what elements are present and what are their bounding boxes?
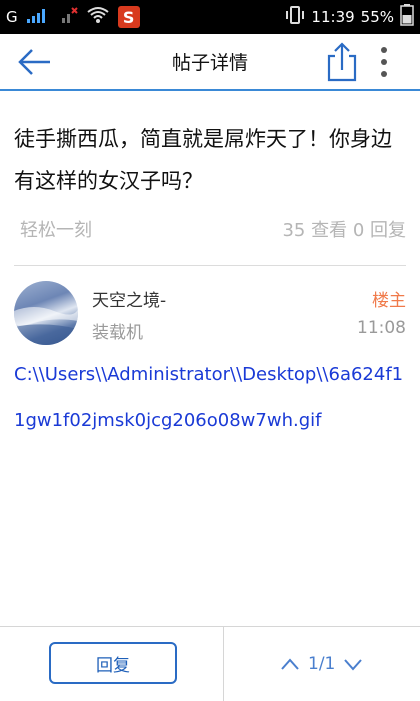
battery-icon xyxy=(400,4,414,30)
content-link[interactable]: C:\\Users\\Administrator\\Desktop\\6a624… xyxy=(14,352,406,444)
user-title: 装载机 xyxy=(92,323,143,343)
status-bar: G S 11:39 55% xyxy=(0,0,420,34)
username[interactable]: 天空之境- xyxy=(92,286,166,311)
avatar[interactable] xyxy=(14,281,78,345)
post-stats: 35 查看 0 回复 xyxy=(282,220,406,241)
clock-time: 11:39 xyxy=(311,8,355,26)
bottom-bar: 回复 1/1 xyxy=(0,626,420,701)
back-button[interactable] xyxy=(14,46,54,78)
battery-level: 55% xyxy=(360,8,394,26)
post-time: 11:08 xyxy=(357,318,406,338)
divider xyxy=(14,265,406,266)
avatar-image xyxy=(14,307,78,345)
reply-button[interactable]: 回复 xyxy=(49,642,177,684)
wifi-icon xyxy=(86,6,110,28)
header-divider xyxy=(0,89,420,91)
post-title: 徒手撕西瓜，简直就是屌炸天了！你身边有这样的女汉子吗？ xyxy=(14,127,392,193)
prev-page-button[interactable] xyxy=(278,652,302,676)
share-button[interactable] xyxy=(322,40,362,84)
chevron-up-icon xyxy=(281,658,299,670)
owner-badge: 楼主 xyxy=(372,291,406,311)
more-options-button[interactable] xyxy=(372,42,396,82)
more-vertical-icon xyxy=(381,47,387,77)
back-arrow-icon xyxy=(18,49,50,75)
post-category[interactable]: 轻松一刻 xyxy=(20,216,92,242)
signal-icon xyxy=(26,6,52,28)
bottom-divider xyxy=(223,627,224,701)
page-indicator: 1/1 xyxy=(308,654,336,674)
chevron-down-icon xyxy=(344,659,363,671)
vibrate-icon xyxy=(285,6,305,28)
app-notification-icon: S xyxy=(117,6,140,28)
share-icon xyxy=(327,42,357,82)
network-label: G xyxy=(6,8,18,26)
next-page-button[interactable] xyxy=(341,652,365,676)
header-bar: 帖子详情 xyxy=(0,34,420,90)
pager: 1/1 xyxy=(278,649,365,679)
post-meta: 轻松一刻 35 查看 0 回复 xyxy=(20,216,406,246)
no-signal-icon xyxy=(60,6,78,28)
